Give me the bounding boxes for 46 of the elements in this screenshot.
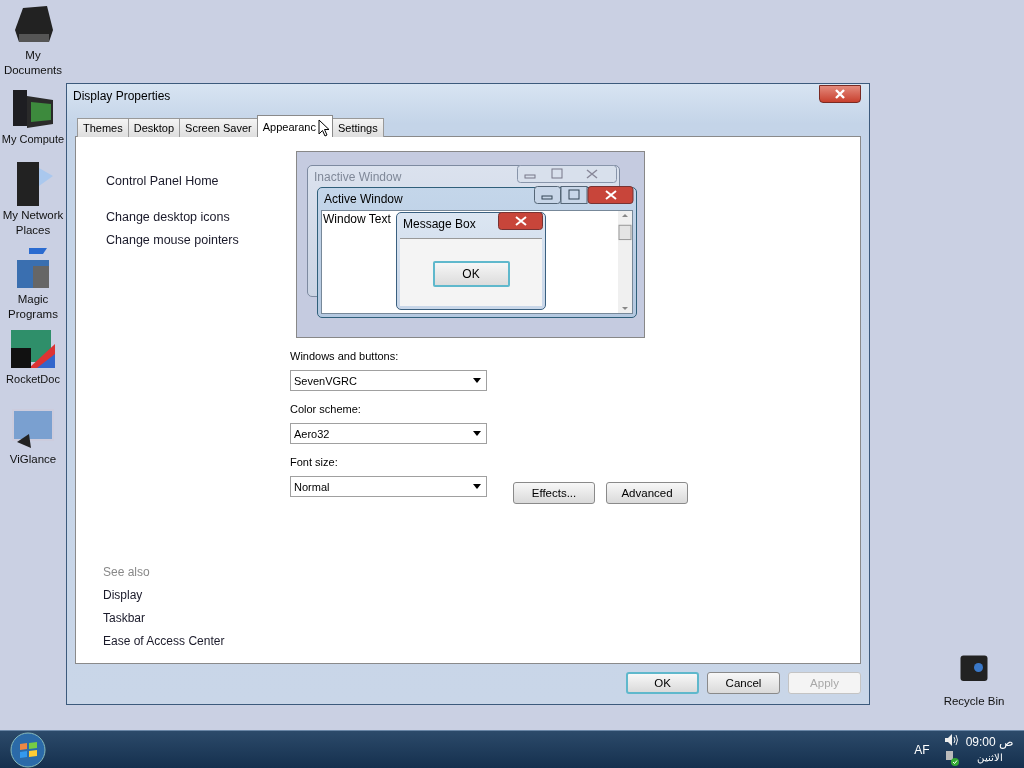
field-label: Font size: (290, 456, 338, 468)
desktop-icon-label[interactable]: Recycle Bin (943, 694, 1005, 709)
desktop-icon-label[interactable]: Magic Programs (1, 292, 65, 322)
desktop-icon-label[interactable]: My Compute (1, 132, 65, 147)
window-title: Active Window (324, 192, 403, 206)
see-also-link[interactable]: Display (76, 584, 290, 607)
window-text: Window Text (323, 212, 391, 226)
dialog-button[interactable]: OK (626, 672, 699, 694)
sidebar-link[interactable]: Control Panel Home (76, 170, 290, 193)
field-label: Windows and buttons: (290, 350, 399, 362)
field-label: Color scheme: (290, 403, 361, 415)
desktop-icon-label[interactable]: My Documents (1, 48, 65, 78)
dropdown[interactable]: SevenVGRC (290, 370, 487, 391)
speaker-icon[interactable] (943, 733, 960, 747)
sidebar-link[interactable]: Change desktop icons (76, 206, 290, 229)
tab[interactable]: Appearanc (256, 115, 333, 137)
close-button[interactable] (819, 85, 861, 103)
desktop-icon-label[interactable]: ViGlance (1, 452, 65, 467)
caret-icon (473, 378, 481, 383)
dialog-button[interactable]: Cancel (707, 672, 780, 694)
see-also-heading: See also (102, 564, 151, 581)
dropdown[interactable]: Aero32 (290, 423, 487, 444)
start-button[interactable] (10, 731, 46, 768)
tab[interactable]: Settings (332, 118, 384, 137)
window-title: Inactive Window (314, 170, 402, 184)
clock-time[interactable]: 09:00 ص (965, 733, 1014, 750)
tab[interactable]: Screen Saver (179, 118, 258, 137)
desktop-icon-label[interactable]: RocketDoc (6, 372, 60, 387)
see-also-link[interactable]: Taskbar (76, 607, 290, 630)
caret-icon (473, 431, 481, 436)
dialog-button[interactable]: Effects... (513, 482, 595, 504)
desktop-icon-label[interactable]: My Network Places (1, 208, 65, 238)
dialog-button[interactable]: Advanced (606, 482, 688, 504)
sidebar-link[interactable]: Change mouse pointers (76, 229, 290, 252)
window-title: Display Properties (73, 89, 171, 103)
tab[interactable]: Desktop (127, 118, 181, 137)
network-shield-icon[interactable] (943, 750, 960, 766)
window-title: Message Box (403, 217, 476, 231)
caret-icon (473, 484, 481, 489)
see-also-link[interactable]: Ease of Access Center (76, 630, 290, 653)
tab[interactable]: Themes (77, 118, 129, 137)
clock-day[interactable]: الاثنين (976, 749, 1003, 766)
dropdown[interactable]: Normal (290, 476, 487, 497)
close-icon (834, 89, 846, 99)
language-indicator[interactable]: AF (914, 742, 930, 757)
ok-button[interactable]: OK (432, 261, 510, 287)
